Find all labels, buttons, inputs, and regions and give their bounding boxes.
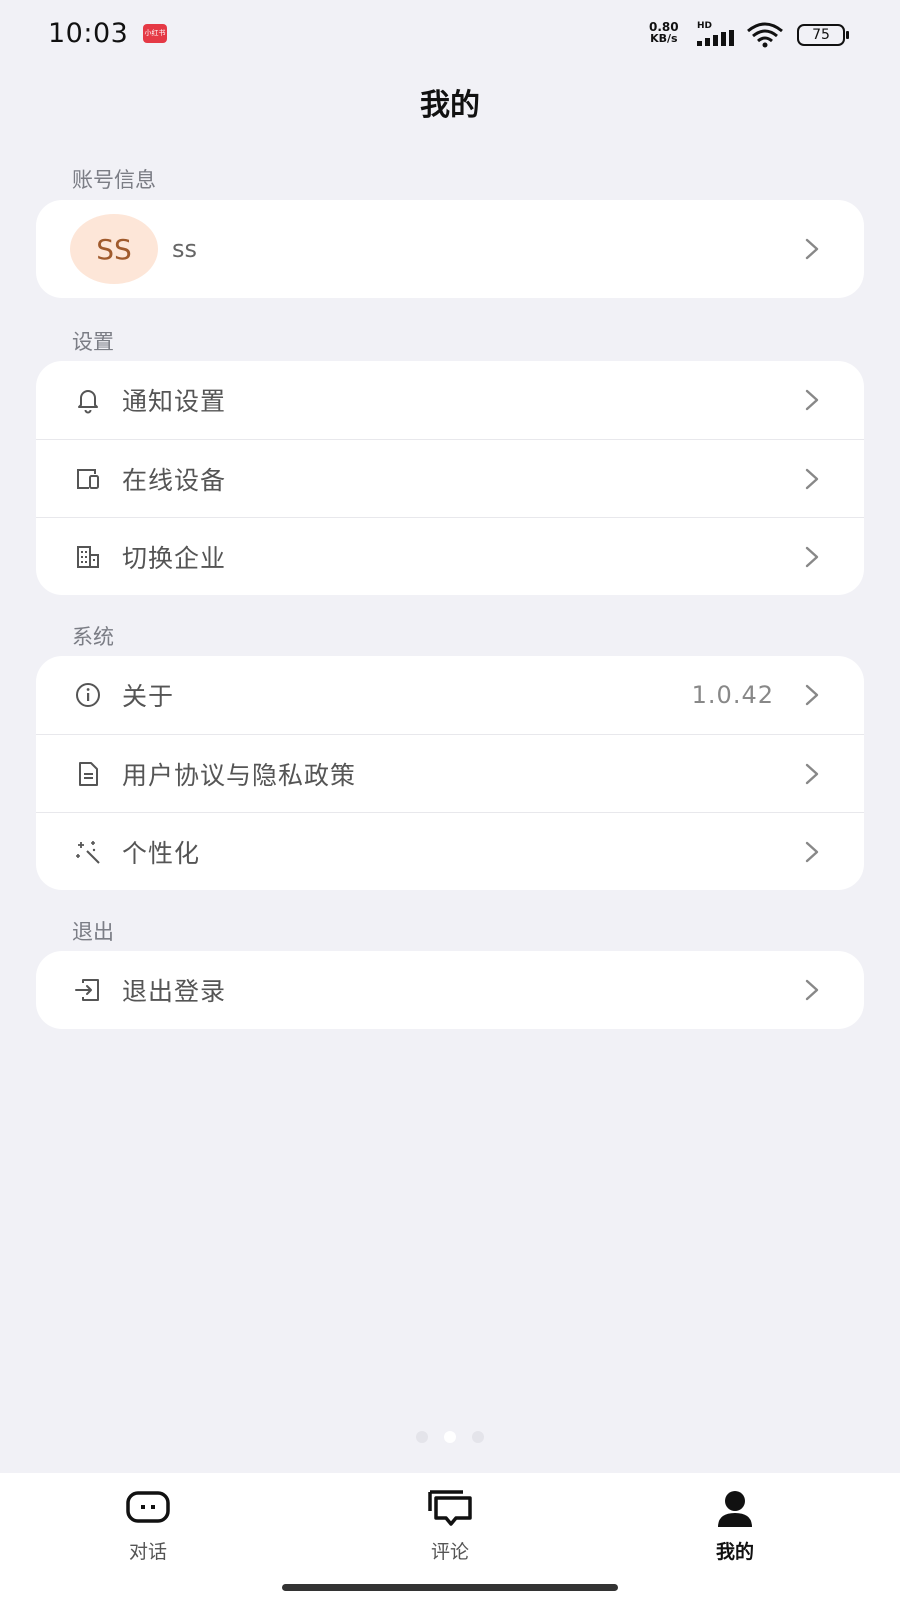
section-label-logout: 退出 — [72, 920, 114, 944]
system-item-personalization[interactable]: 个性化 — [36, 812, 864, 890]
nav-label: 评论 — [430, 1541, 469, 1563]
system-item-label: 关于 — [122, 682, 175, 711]
settings-item-label: 通知设置 — [122, 387, 227, 416]
signal-icon — [697, 30, 734, 46]
system-item-label: 个性化 — [122, 838, 201, 868]
document-icon — [72, 758, 104, 790]
chevron-right-icon — [805, 238, 819, 260]
chevron-right-icon — [805, 468, 819, 489]
nav-item-profile[interactable]: 我的 — [675, 1489, 795, 1564]
nav-label: 对话 — [128, 1541, 167, 1563]
profile-screen: 10:03 小红书 0.80 KB/s HD 75 我的 账号信息 SS ss … — [0, 0, 900, 1600]
page-dot — [472, 1431, 484, 1443]
chevron-right-icon — [805, 979, 819, 1001]
status-bar: 10:03 小红书 0.80 KB/s HD 75 — [0, 0, 900, 64]
sparkles-icon — [72, 836, 104, 868]
network-speed: 0.80 KB/s — [649, 21, 679, 45]
chat-icon — [126, 1491, 170, 1523]
chevron-right-icon — [805, 684, 819, 706]
app-notification-badge: 小红书 — [143, 24, 167, 43]
page-dot — [416, 1431, 428, 1443]
logout-card: 退出登录 — [36, 951, 864, 1029]
system-item-agreement[interactable]: 用户协议与隐私政策 — [36, 734, 864, 812]
nav-label: 我的 — [715, 1541, 754, 1563]
settings-card: 通知设置 在线设备 切换企业 — [36, 361, 864, 595]
bell-icon — [72, 384, 104, 416]
chevron-right-icon — [805, 546, 819, 567]
status-time: 10:03 — [48, 18, 129, 49]
logout-icon — [72, 974, 104, 1006]
page-title: 我的 — [420, 88, 480, 123]
chevron-right-icon — [805, 841, 819, 862]
battery-level: 75 — [812, 27, 830, 43]
system-card: 关于 1.0.42 用户协议与隐私政策 个性化 — [36, 656, 864, 890]
section-label-settings: 设置 — [72, 330, 114, 354]
system-item-about[interactable]: 关于 1.0.42 — [36, 656, 864, 734]
devices-icon — [72, 463, 104, 495]
network-speed-unit: KB/s — [650, 32, 678, 45]
settings-item-label: 在线设备 — [122, 465, 227, 495]
chevron-right-icon — [805, 389, 819, 411]
person-icon — [718, 1491, 752, 1527]
settings-item-switch-company[interactable]: 切换企业 — [36, 517, 864, 595]
home-indicator[interactable] — [282, 1584, 618, 1591]
section-label-account: 账号信息 — [72, 168, 156, 192]
nav-item-chat[interactable]: 对话 — [88, 1489, 208, 1564]
system-item-label: 用户协议与隐私政策 — [122, 760, 357, 790]
building-icon — [72, 541, 104, 573]
nav-item-comments[interactable]: 评论 — [390, 1489, 510, 1564]
comments-icon — [428, 1490, 472, 1526]
account-card: SS ss — [36, 200, 864, 298]
app-version: 1.0.42 — [691, 681, 774, 709]
wifi-icon — [747, 22, 783, 48]
page-indicator — [0, 1431, 900, 1443]
logout-label: 退出登录 — [122, 977, 227, 1006]
settings-item-notifications[interactable]: 通知设置 — [36, 361, 864, 439]
bottom-nav: 对话 评论 我的 — [0, 1473, 900, 1600]
settings-item-label: 切换企业 — [122, 543, 227, 573]
settings-item-devices[interactable]: 在线设备 — [36, 439, 864, 517]
username: ss — [172, 235, 198, 263]
page-dot-active — [444, 1431, 456, 1443]
chevron-right-icon — [805, 763, 819, 784]
info-icon — [72, 679, 104, 711]
avatar: SS — [70, 214, 158, 284]
section-label-system: 系统 — [72, 625, 114, 649]
logout-button[interactable]: 退出登录 — [36, 951, 864, 1029]
profile-row[interactable]: SS ss — [36, 200, 864, 298]
